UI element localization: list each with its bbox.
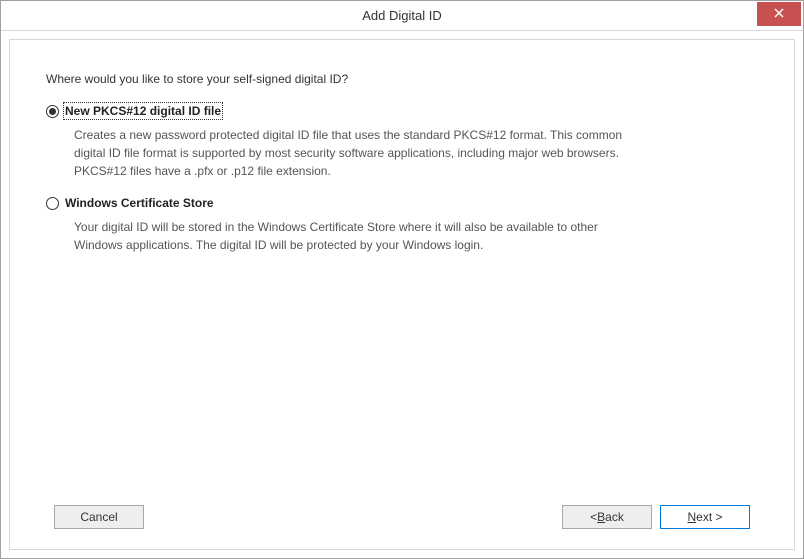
option-desc-windows-store: Your digital ID will be stored in the Wi… bbox=[74, 218, 634, 254]
button-row: Cancel < Back Next > bbox=[46, 491, 758, 529]
option-header: Windows Certificate Store bbox=[46, 196, 758, 210]
radio-pkcs12[interactable] bbox=[46, 105, 59, 118]
dialog-window: Add Digital ID Where would you like to s… bbox=[0, 0, 804, 559]
radio-windows-store[interactable] bbox=[46, 197, 59, 210]
titlebar: Add Digital ID bbox=[1, 1, 803, 31]
option-desc-pkcs12: Creates a new password protected digital… bbox=[74, 126, 634, 180]
back-button[interactable]: < Back bbox=[562, 505, 652, 529]
dialog-body: Where would you like to store your self-… bbox=[1, 31, 803, 558]
prompt-text: Where would you like to store your self-… bbox=[46, 72, 758, 86]
close-button[interactable] bbox=[757, 2, 801, 26]
window-title: Add Digital ID bbox=[1, 8, 803, 23]
cancel-button[interactable]: Cancel bbox=[54, 505, 144, 529]
option-label-pkcs12: New PKCS#12 digital ID file bbox=[65, 104, 221, 118]
option-label-windows-store: Windows Certificate Store bbox=[65, 196, 214, 210]
option-pkcs12[interactable]: New PKCS#12 digital ID file Creates a ne… bbox=[46, 104, 758, 180]
option-header: New PKCS#12 digital ID file bbox=[46, 104, 758, 118]
content-spacer bbox=[46, 270, 758, 491]
content-panel: Where would you like to store your self-… bbox=[9, 39, 795, 550]
option-windows-store[interactable]: Windows Certificate Store Your digital I… bbox=[46, 196, 758, 254]
close-icon bbox=[774, 7, 784, 21]
next-button[interactable]: Next > bbox=[660, 505, 750, 529]
